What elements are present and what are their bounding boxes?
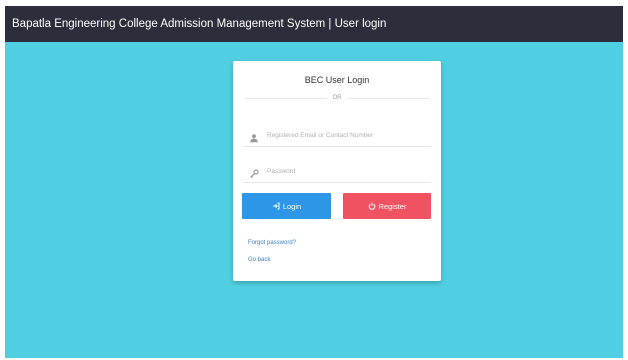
page-title: Bapatla Engineering College Admission Ma… [12,18,387,30]
register-button-label: Register [378,201,407,211]
user-icon [249,130,259,143]
subtitle-divider: OR [245,92,429,104]
email-or-contact-input[interactable] [267,127,427,143]
login-card: BEC User Login OR Registered Email or Co… [233,61,441,281]
forgot-password-link[interactable]: Forgot password? [248,240,296,246]
top-navbar: Bapatla Engineering College Admission Ma… [5,6,623,42]
page-background: Bapatla Engineering College Admission Ma… [5,6,623,358]
username-field-row [243,124,431,147]
password-input[interactable] [267,163,427,179]
register-button[interactable]: Register [343,193,431,219]
login-button[interactable]: Login [242,193,331,219]
subtitle-text: OR [326,92,348,104]
sign-in-icon [272,202,280,210]
password-field-row [243,160,431,183]
login-button-label: Login [282,201,302,211]
go-back-link[interactable]: Go back [248,257,270,263]
key-icon [249,166,259,178]
power-icon [368,202,376,210]
login-card-title: BEC User Login [304,75,370,85]
